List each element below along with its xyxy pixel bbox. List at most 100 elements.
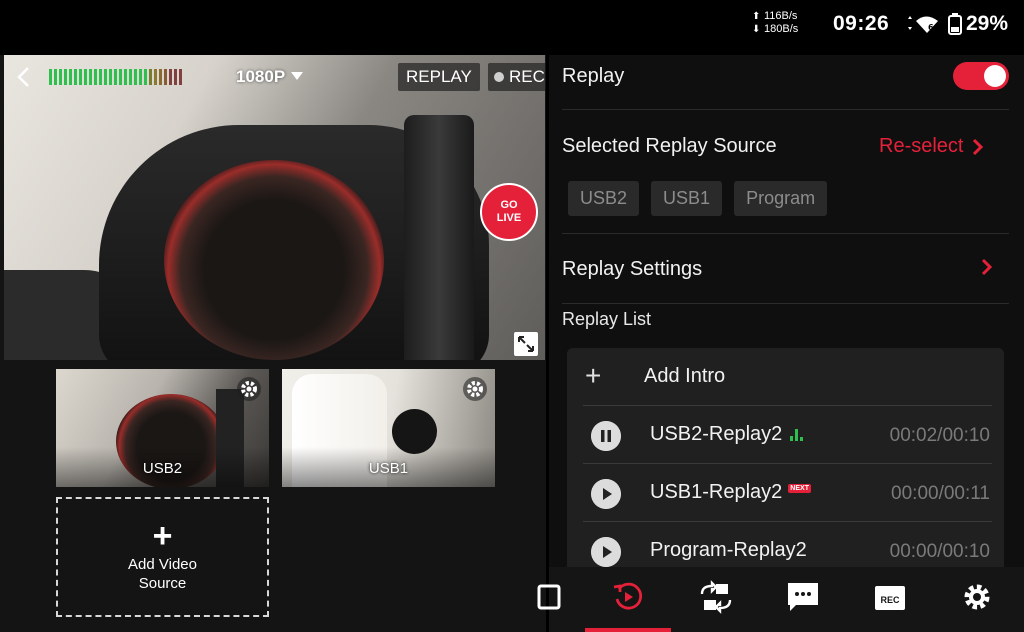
replay-settings-row[interactable]: Replay Settings bbox=[562, 258, 702, 281]
replay-button[interactable]: REPLAY bbox=[398, 63, 480, 91]
gear-icon[interactable] bbox=[237, 377, 261, 401]
source-label: USB2 bbox=[142, 460, 183, 477]
add-intro-label: Add Intro bbox=[644, 365, 726, 387]
chip-usb2[interactable]: USB2 bbox=[568, 181, 640, 216]
meter-segment bbox=[159, 69, 162, 85]
fullscreen-icon[interactable] bbox=[514, 332, 538, 356]
left-pane: 1080P REPLAY REC GO LIVE USB2 USB1 + Add… bbox=[0, 55, 546, 632]
replay-item-name-row: USB1-Replay2 NEXT bbox=[650, 481, 811, 504]
replay-item-time: 00:02/00:10 bbox=[889, 425, 990, 446]
rec-dot-icon bbox=[494, 72, 504, 82]
meter-segment bbox=[69, 69, 72, 85]
meter-segment bbox=[124, 69, 127, 85]
replay-label: Replay bbox=[562, 65, 625, 87]
replay-item[interactable]: USB2-Replay2 00:02/00:10 bbox=[567, 406, 1004, 464]
meter-segment bbox=[154, 69, 157, 85]
meter-segment bbox=[179, 69, 182, 85]
replay-item-time: 00:00/00:10 bbox=[889, 541, 990, 562]
replay-item-time: 00:00/00:11 bbox=[891, 483, 990, 504]
meter-segment bbox=[109, 69, 112, 85]
bottom-tab-bar: REC bbox=[537, 567, 1024, 632]
pause-icon[interactable] bbox=[591, 421, 621, 451]
layout-icon bbox=[537, 584, 561, 610]
resolution-selector[interactable]: 1080P bbox=[236, 67, 304, 87]
status-bar: ⬆ 116B/s ⬇ 180B/s 09:26 6 29% bbox=[0, 0, 1024, 50]
meter-segment bbox=[79, 69, 82, 85]
upload-arrow-icon: ⬆ bbox=[752, 11, 761, 22]
add-video-source-button[interactable]: + Add Video Source bbox=[56, 497, 269, 617]
meter-segment bbox=[84, 69, 87, 85]
meter-segment bbox=[104, 69, 107, 85]
meter-segment bbox=[119, 69, 122, 85]
preview-scene-arm bbox=[404, 115, 474, 360]
tab-comments[interactable] bbox=[781, 575, 825, 619]
battery-percentage: 29% bbox=[966, 12, 1009, 35]
replay-list: + Add Intro USB2-Replay2 00:02/00:10 USB… bbox=[567, 348, 1004, 578]
toggle-knob bbox=[984, 65, 1006, 87]
meter-segment bbox=[94, 69, 97, 85]
meter-segment bbox=[169, 69, 172, 85]
chevron-right-icon[interactable] bbox=[980, 258, 994, 276]
meter-segment bbox=[64, 69, 67, 85]
meter-segment bbox=[59, 69, 62, 85]
caret-down-icon bbox=[291, 72, 304, 80]
live-preview[interactable]: 1080P REPLAY REC GO LIVE bbox=[4, 55, 545, 360]
go-live-line2: LIVE bbox=[496, 212, 522, 224]
replay-item-name: USB2-Replay2 bbox=[650, 423, 783, 445]
svg-text:REC: REC bbox=[880, 595, 900, 605]
switch-camera-icon bbox=[700, 580, 732, 614]
tab-replay[interactable] bbox=[606, 575, 650, 619]
replay-item-name-row: Program-Replay2 bbox=[650, 539, 807, 562]
add-source-line2: Source bbox=[138, 575, 187, 592]
chevron-right-icon bbox=[973, 138, 984, 155]
replay-item[interactable]: USB1-Replay2 NEXT 00:00/00:11 bbox=[567, 464, 1004, 522]
meter-segment bbox=[54, 69, 57, 85]
meter-segment bbox=[144, 69, 147, 85]
battery-icon bbox=[948, 13, 962, 35]
back-icon[interactable] bbox=[14, 65, 34, 89]
replay-panel: Replay Selected Replay Source Re-select … bbox=[537, 55, 1024, 632]
download-arrow-icon: ⬇ bbox=[752, 24, 761, 35]
divider bbox=[562, 303, 1009, 304]
meter-segment bbox=[139, 69, 142, 85]
replay-item-name: Program-Replay2 bbox=[650, 539, 807, 561]
source-thumb-usb1[interactable]: USB1 bbox=[282, 369, 495, 487]
tab-rec[interactable]: REC bbox=[868, 575, 912, 619]
divider bbox=[562, 109, 1009, 110]
reselect-label: Re-select bbox=[879, 135, 964, 157]
replay-item-name: USB1-Replay2 bbox=[650, 481, 783, 503]
rec-label: REC bbox=[509, 67, 545, 86]
chip-program[interactable]: Program bbox=[734, 181, 828, 216]
source-label: USB1 bbox=[368, 460, 409, 477]
wifi-icon: 6 bbox=[908, 16, 938, 33]
gear-icon[interactable] bbox=[463, 377, 487, 401]
preview-scene-lens bbox=[164, 160, 384, 360]
meter-segment bbox=[129, 69, 132, 85]
preview-toolbar: 1080P REPLAY REC bbox=[4, 55, 545, 99]
plus-icon: + bbox=[152, 517, 173, 555]
meter-segment bbox=[114, 69, 117, 85]
tab-layout[interactable] bbox=[527, 575, 571, 619]
rec-button[interactable]: REC bbox=[488, 63, 545, 91]
replay-icon bbox=[613, 582, 643, 610]
add-intro-row[interactable]: + Add Intro bbox=[567, 348, 1004, 406]
reselect-button[interactable]: Re-select bbox=[879, 135, 985, 158]
clock: 09:26 bbox=[833, 12, 890, 35]
chip-usb1[interactable]: USB1 bbox=[651, 181, 723, 216]
meter-segment bbox=[149, 69, 152, 85]
active-tab-indicator bbox=[585, 628, 671, 632]
meter-segment bbox=[49, 69, 52, 85]
add-source-label: Add Video Source bbox=[128, 555, 197, 593]
comment-icon bbox=[788, 583, 818, 611]
replay-toggle[interactable] bbox=[953, 62, 1009, 90]
play-icon[interactable] bbox=[591, 479, 621, 509]
source-thumb-usb2[interactable]: USB2 bbox=[56, 369, 269, 487]
meter-segment bbox=[74, 69, 77, 85]
tab-settings[interactable] bbox=[955, 575, 999, 619]
audio-level-meter bbox=[49, 69, 182, 85]
go-live-button[interactable]: GO LIVE bbox=[480, 183, 538, 241]
tab-switch-camera[interactable] bbox=[694, 575, 738, 619]
selected-replay-source-label: Selected Replay Source bbox=[562, 135, 777, 157]
replay-list-title: Replay List bbox=[562, 309, 652, 329]
play-icon[interactable] bbox=[591, 537, 621, 567]
